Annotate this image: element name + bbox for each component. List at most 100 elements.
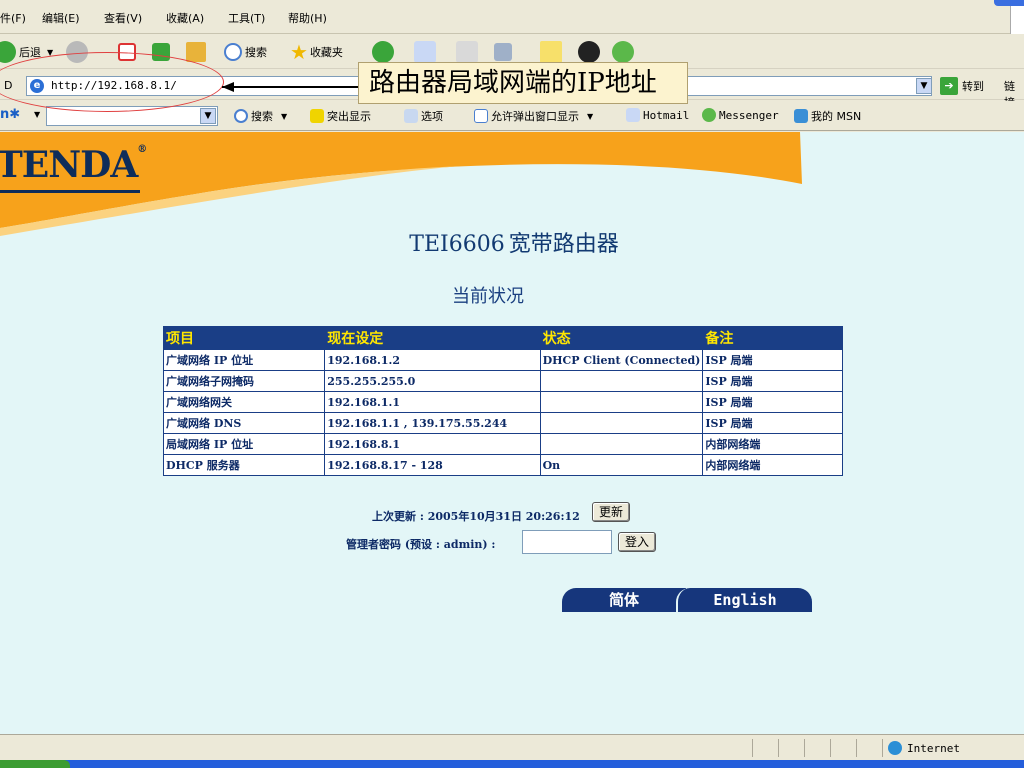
table-cell: 广域网络 IP 位址 — [162, 349, 326, 371]
popup-blocker-button[interactable]: 允许弹出窗口显示 ▼ — [474, 108, 593, 124]
table-cell: 广域网络网关 — [162, 391, 326, 413]
table-cell: 192.168.1.1 — [324, 391, 541, 413]
security-zone: Internet — [888, 741, 960, 755]
table-cell: 局域网络 IP 位址 — [162, 433, 326, 455]
my-msn-link[interactable]: 我的 MSN — [794, 108, 861, 124]
status-divider — [752, 739, 753, 757]
start-button[interactable] — [0, 760, 70, 768]
mail-icon — [414, 41, 436, 63]
menu-file[interactable]: 件(F) — [0, 10, 26, 26]
table-cell: On — [539, 454, 704, 476]
table-cell: ISP 局端 — [702, 412, 843, 434]
menu-view[interactable]: 查看(V) — [104, 10, 142, 26]
window-icon — [474, 109, 488, 123]
table-row: 广域网络 DNS 192.168.1.1 , 139.175.55.244 IS… — [162, 412, 843, 434]
menu-help[interactable]: 帮助(H) — [288, 10, 327, 26]
login-button[interactable]: 登入 — [618, 532, 656, 552]
table-cell — [539, 391, 704, 413]
highlight-label: 突出显示 — [327, 110, 371, 123]
buddies-icon — [702, 108, 716, 122]
table-cell: ISP 局端 — [702, 391, 843, 413]
table-cell: DHCP 服务器 — [162, 454, 326, 476]
table-row: DHCP 服务器 192.168.8.17 - 128 On 内部网络端 — [162, 454, 843, 476]
my-msn-label: 我的 MSN — [811, 110, 862, 123]
table-row: 局域网络 IP 位址 192.168.8.1 内部网络端 — [162, 433, 843, 455]
history-icon — [372, 41, 394, 63]
hotmail-label: Hotmail — [643, 108, 690, 122]
penguin-icon — [578, 41, 600, 63]
status-bar: Internet — [0, 734, 1024, 760]
buddies-icon — [612, 41, 634, 63]
tenda-logo: TENDA® — [0, 144, 147, 186]
status-table: 项目 现在设定 状态 备注 广域网络 IP 位址 192.168.1.2 DHC… — [162, 326, 843, 476]
msn-search-button[interactable]: 搜索 ▼ — [234, 108, 287, 124]
chevron-down-icon: ▼ — [281, 111, 288, 121]
password-label: 管理者密码 (预设 : admin) : — [346, 538, 496, 551]
password-input[interactable] — [522, 530, 612, 554]
update-button[interactable]: 更新 — [592, 502, 630, 522]
window-edge — [1010, 6, 1024, 34]
menu-edit[interactable]: 编辑(E) — [42, 10, 80, 26]
messenger-label: Messenger — [719, 108, 779, 122]
go-label: 转到 — [962, 80, 984, 93]
status-divider — [856, 739, 857, 757]
options-button[interactable]: 选项 — [404, 108, 443, 124]
annotation-arrow-head — [222, 82, 234, 92]
table-cell: 192.168.8.1 — [324, 433, 541, 455]
page-title: TEI6606 宽带路由器 — [409, 232, 619, 257]
favorites-button[interactable]: ★ 收藏夹 — [290, 39, 343, 65]
page-subtitle: 当前状况 — [452, 286, 524, 307]
table-cell — [539, 370, 704, 392]
search-dropdown-icon[interactable]: ▼ — [200, 108, 216, 124]
address-dropdown-icon[interactable]: ▼ — [916, 78, 932, 94]
star-icon: ★ — [290, 40, 308, 64]
table-cell: 广域网络 DNS — [162, 412, 326, 434]
page-content: TENDA® TEI6606 宽带路由器 当前状况 项目 现在设定 状态 备注 广… — [0, 132, 1024, 734]
annotation-arrow — [222, 86, 358, 88]
table-header-row: 项目 现在设定 状态 备注 — [162, 326, 843, 350]
printer-icon — [456, 41, 478, 63]
options-icon — [404, 109, 418, 123]
chevron-down-icon[interactable]: ▼ — [34, 110, 40, 119]
table-cell: ISP 局端 — [702, 349, 843, 371]
messenger-link[interactable]: Messenger — [702, 108, 779, 122]
menu-favorites[interactable]: 收藏(A) — [166, 10, 204, 26]
table-cell: DHCP Client (Connected) — [539, 349, 704, 371]
table-cell — [539, 412, 704, 434]
highlighter-icon — [310, 109, 324, 123]
table-cell: 192.168.8.17 - 128 — [324, 454, 541, 476]
chevron-down-icon: ▼ — [587, 111, 594, 121]
table-cell: 内部网络端 — [702, 454, 843, 476]
globe-icon — [888, 741, 902, 755]
popup-label: 允许弹出窗口显示 — [491, 110, 579, 123]
menu-tools[interactable]: 工具(T) — [228, 10, 265, 26]
simplified-chinese-button[interactable]: 简体 — [562, 588, 686, 612]
search-icon — [234, 109, 248, 123]
msn-logo-icon[interactable]: n✱ — [0, 107, 20, 122]
table-cell: 192.168.1.2 — [324, 349, 541, 371]
language-switch: 简体 English — [562, 588, 812, 612]
highlight-button[interactable]: 突出显示 — [310, 108, 371, 124]
column-header: 备注 — [702, 326, 843, 350]
last-update-text: 上次更新 : 2005年10月31日 20:26:12 — [372, 510, 580, 523]
user-icon — [794, 109, 808, 123]
search-button[interactable]: 搜索 — [224, 39, 267, 65]
status-divider — [804, 739, 805, 757]
logo-underline — [0, 190, 140, 193]
hotmail-link[interactable]: Hotmail — [626, 108, 689, 122]
status-divider — [778, 739, 779, 757]
column-header: 现在设定 — [324, 326, 541, 350]
go-button[interactable]: ➔ 转到 — [940, 76, 984, 96]
english-button[interactable]: English — [676, 588, 812, 612]
back-arrow-icon — [0, 41, 16, 63]
annotation-ellipse — [0, 52, 224, 112]
home-icon — [186, 42, 206, 62]
msn-search-label: 搜索 — [251, 110, 273, 123]
options-label: 选项 — [421, 110, 443, 123]
menu-bar: 件(F) 编辑(E) 查看(V) 收藏(A) 工具(T) 帮助(H) — [0, 0, 1024, 34]
note-icon — [540, 41, 562, 63]
column-header: 项目 — [162, 326, 326, 350]
table-cell: 192.168.1.1 , 139.175.55.244 — [324, 412, 541, 434]
table-cell — [539, 433, 704, 455]
column-header: 状态 — [539, 326, 704, 350]
